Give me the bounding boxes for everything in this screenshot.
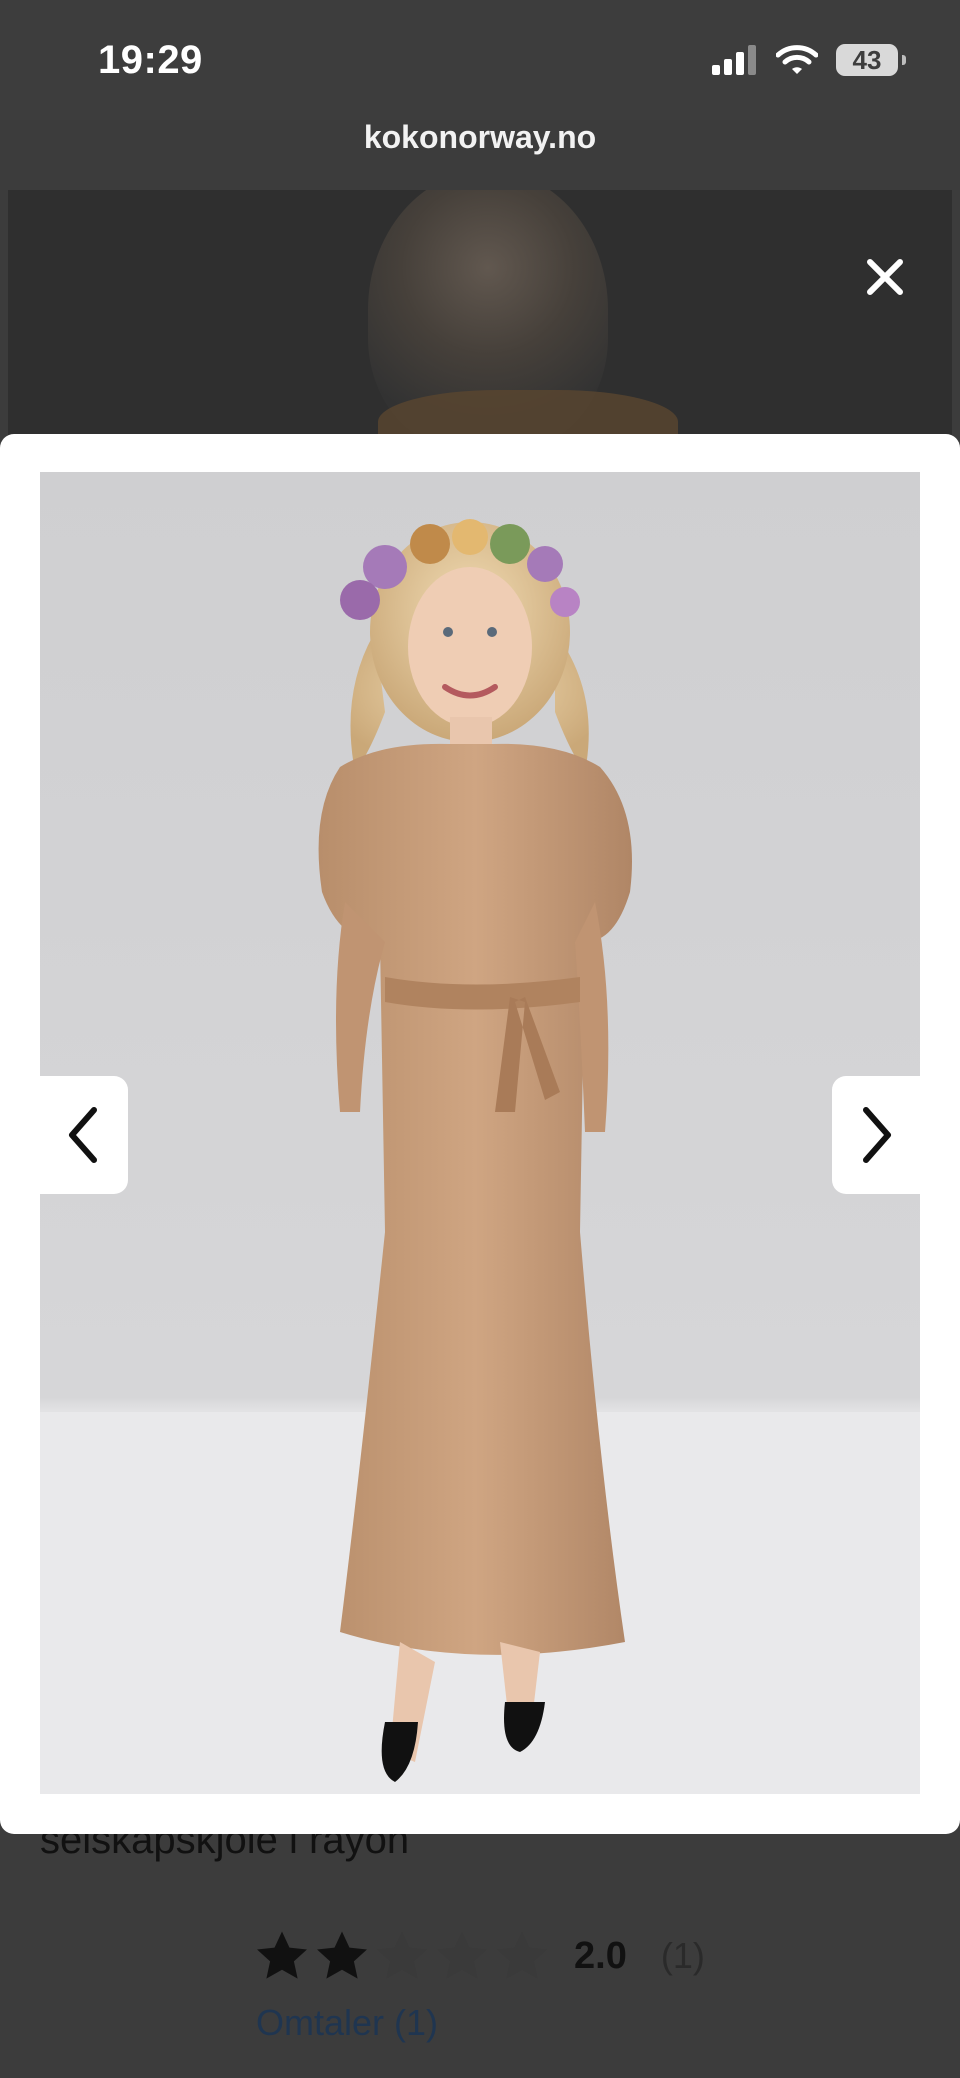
wifi-icon [776,45,818,74]
close-button[interactable] [860,252,910,302]
url-text: kokonorway.no [363,119,597,155]
background-product-image [8,190,952,435]
next-image-button[interactable] [832,1076,920,1194]
status-bar: 19:29 43 [0,0,960,120]
background-dress-silhouette [378,390,678,435]
rating-count: (1) [660,1935,705,1976]
battery-indicator: 43 [836,44,906,76]
rating-stars [254,1928,550,1984]
product-rating: 2.0 (1) [254,1928,705,1984]
chevron-left-icon [69,1107,97,1163]
image-lightbox [0,434,960,1834]
reviews-link[interactable]: Omtaler (1) [256,2002,438,2044]
battery-cap [902,55,906,65]
star-filled-icon [317,1931,367,1979]
battery-level: 43 [852,44,882,75]
star-empty-icon [437,1931,487,1979]
model-in-dress-image [40,519,920,1794]
rating-value: 2.0 [574,1934,627,1977]
close-icon [867,259,903,295]
status-time: 19:29 [98,38,203,82]
product-photo [40,472,920,1794]
status-icons: 43 [712,44,906,76]
chevron-right-icon [863,1107,891,1163]
star-empty-icon [497,1931,547,1979]
star-filled-icon [257,1931,307,1979]
star-empty-icon [377,1931,427,1979]
url-bar[interactable]: kokonorway.no [0,120,960,188]
signal-icon [712,45,756,75]
previous-image-button[interactable] [40,1076,128,1194]
